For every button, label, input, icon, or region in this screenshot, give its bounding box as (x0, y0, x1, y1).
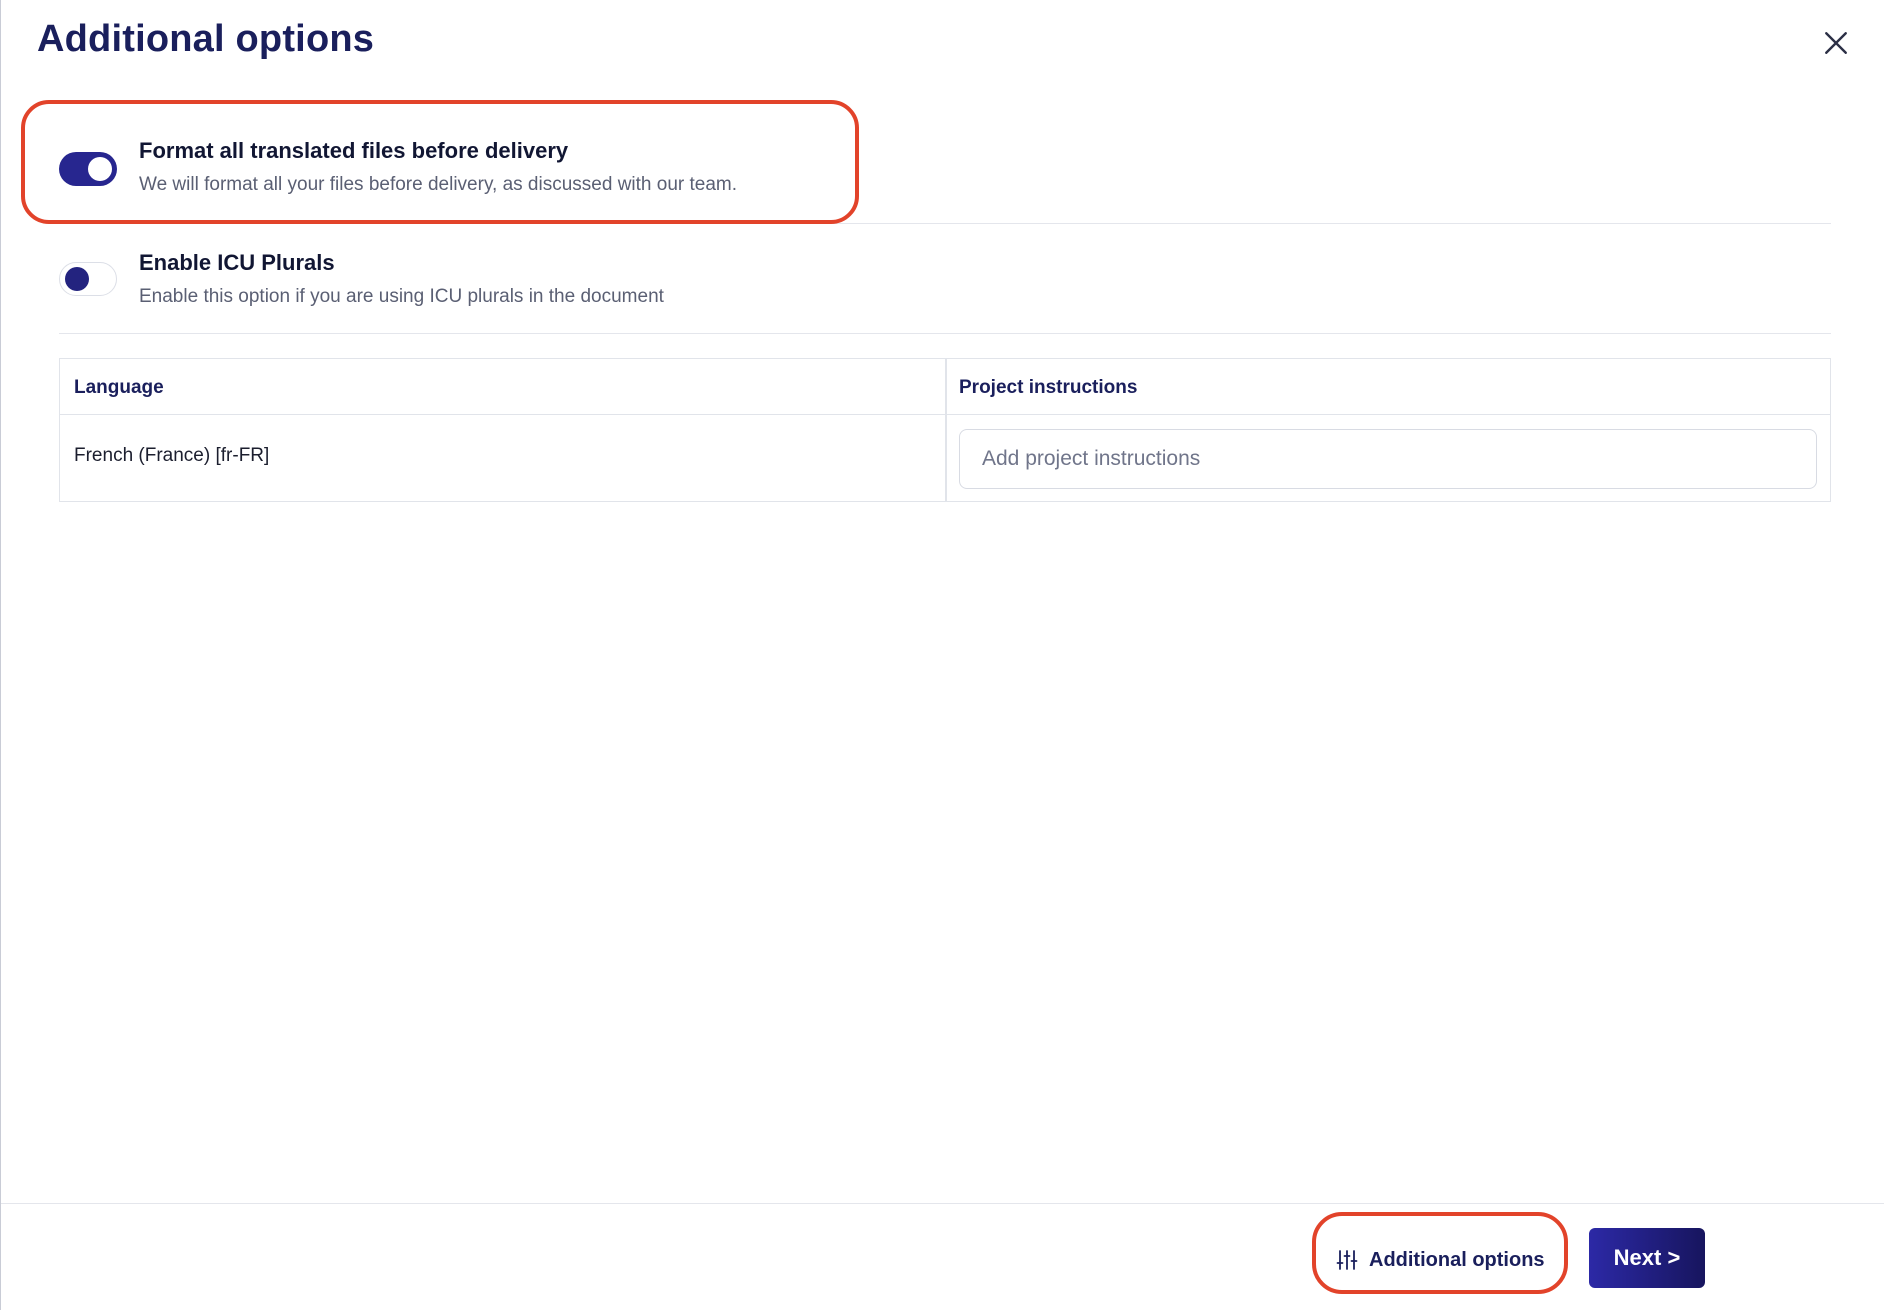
language-instructions-table: Language Project instructions French (Fr… (59, 358, 1831, 502)
sliders-icon (1336, 1250, 1358, 1270)
toggle-knob (88, 157, 112, 181)
language-cell: French (France) [fr-FR] (74, 445, 270, 466)
additional-options-button[interactable]: Additional options (1335, 1240, 1545, 1280)
option-description: We will format all your files before del… (139, 174, 738, 195)
icu-plurals-toggle[interactable] (59, 262, 117, 296)
format-files-toggle[interactable] (59, 152, 117, 186)
option-format-files: Format all translated files before deliv… (59, 120, 1831, 224)
column-divider (945, 359, 947, 501)
column-header-language: Language (74, 377, 164, 398)
project-instructions-input[interactable] (959, 429, 1817, 489)
toggle-knob (65, 267, 89, 291)
next-button[interactable]: Next > (1589, 1228, 1705, 1288)
option-title: Format all translated files before deliv… (139, 138, 569, 163)
dialog-footer: Additional options Next > (1, 1203, 1884, 1307)
column-header-instructions: Project instructions (959, 377, 1138, 398)
option-description: Enable this option if you are using ICU … (139, 286, 664, 307)
option-title: Enable ICU Plurals (139, 250, 335, 275)
additional-options-label: Additional options (1369, 1248, 1545, 1271)
screen: Additional options Format all translated… (0, 0, 1884, 1310)
dialog-title: Additional options (37, 18, 375, 60)
close-button[interactable] (1819, 26, 1853, 60)
additional-options-dialog: Additional options Format all translated… (0, 0, 1884, 1310)
close-icon (1825, 32, 1847, 54)
option-icu-plurals: Enable ICU Plurals Enable this option if… (59, 232, 1831, 334)
